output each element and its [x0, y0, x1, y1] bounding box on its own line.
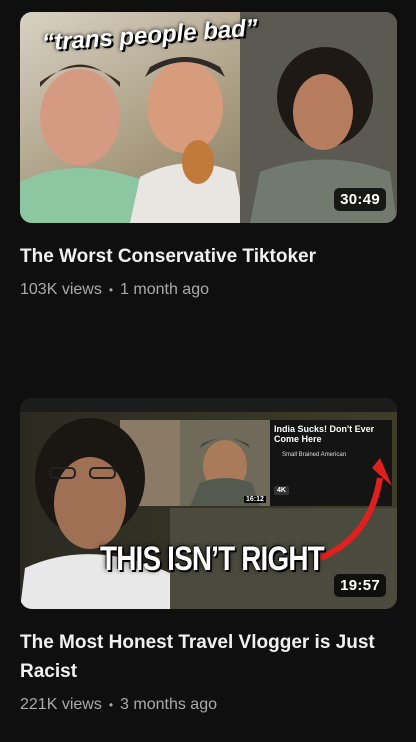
view-count: 103K views	[20, 281, 102, 298]
inset-video-title: India Sucks! Don't Ever Come Here	[274, 424, 375, 444]
video-duration: 30:49	[334, 188, 386, 211]
video-title[interactable]: The Most Honest Travel Vlogger is Just R…	[20, 628, 380, 686]
view-count: 221K views	[20, 696, 102, 713]
upload-age: 1 month ago	[120, 281, 209, 298]
separator-dot: •	[108, 698, 114, 712]
upload-age: 3 months ago	[120, 696, 217, 713]
video-metadata: 103K views • 1 month ago	[20, 281, 397, 299]
video-title[interactable]: The Worst Conservative Tiktoker	[20, 242, 380, 271]
video-duration: 19:57	[334, 574, 386, 597]
separator-dot: •	[108, 283, 114, 297]
video-thumbnail[interactable]: “trans people bad” 30:49	[20, 12, 397, 223]
video-thumbnail[interactable]: India Sucks! Don't Ever Come Here Small …	[20, 398, 397, 609]
thumbnail-caption: THIS ISN’T RIGHT	[100, 540, 325, 578]
inset-duration: 16:12	[244, 496, 266, 503]
video-card-2[interactable]: India Sucks! Don't Ever Come Here Small …	[20, 398, 397, 714]
inset-channel-name: Small Brained American	[282, 452, 347, 458]
video-metadata: 221K views • 3 months ago	[20, 696, 397, 714]
inset-quality-badge: 4K	[274, 486, 289, 495]
video-card-1[interactable]: “trans people bad” 30:49 The Worst Conse…	[20, 12, 397, 299]
